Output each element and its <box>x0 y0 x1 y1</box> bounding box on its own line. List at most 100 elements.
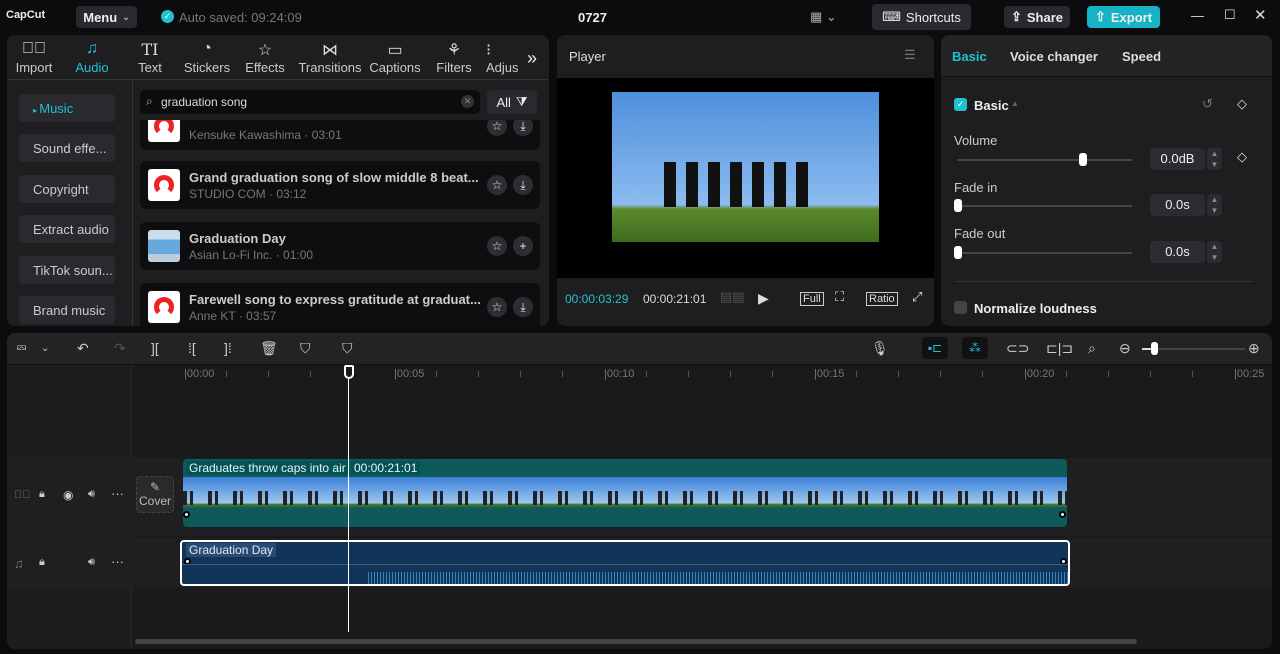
full-quality-button[interactable]: Full <box>800 292 824 306</box>
tab-text[interactable]: TI Text <box>120 40 180 75</box>
playhead-handle[interactable] <box>344 365 354 379</box>
fade-in-slider[interactable] <box>954 199 1132 212</box>
slider-handle[interactable] <box>1151 342 1159 355</box>
song-item[interactable]: Graduation Day Asian Lo-Fi Inc. · 01:00 ☆ + <box>140 222 540 270</box>
playhead[interactable] <box>348 374 349 632</box>
waveform-icon[interactable]: ▤▤ <box>720 289 745 305</box>
menu-button[interactable]: Menu ⌄ <box>76 6 137 28</box>
volume-input[interactable]: 0.0dB <box>1150 148 1205 170</box>
tab-basic[interactable]: Basic <box>952 49 987 64</box>
keyframe-handle[interactable] <box>1059 511 1066 518</box>
video-clip[interactable]: Graduates throw caps into air 00:00:21:0… <box>183 459 1067 527</box>
volume-slider[interactable] <box>957 153 1132 166</box>
category-sound-effects[interactable]: Sound effe... <box>19 134 115 162</box>
cover-button[interactable]: ✎ Cover <box>136 476 174 513</box>
tab-effects[interactable]: ☆ Effects <box>235 40 295 75</box>
video-preview[interactable] <box>557 78 934 278</box>
fade-out-input[interactable]: 0.0s <box>1150 241 1205 263</box>
tab-transitions[interactable]: ⋈ Transitions <box>297 40 363 75</box>
zoom-preview-icon[interactable]: ⛶ <box>835 289 844 305</box>
favorite-icon[interactable]: ☆ <box>487 120 507 136</box>
song-item[interactable]: Farewell song to express gratitude at gr… <box>140 283 540 326</box>
ratio-button[interactable]: Ratio <box>866 292 898 306</box>
keyframe-handle[interactable] <box>183 511 190 518</box>
download-icon[interactable]: ⤓ <box>513 175 533 195</box>
tab-voice-changer[interactable]: Voice changer <box>1010 49 1098 64</box>
category-copyright[interactable]: Copyright <box>19 175 115 203</box>
speaker-icon[interactable]: 🔊︎ <box>88 556 95 569</box>
fade-in-input[interactable]: 0.0s <box>1150 194 1205 216</box>
clear-search-icon[interactable]: ✕ <box>461 95 474 108</box>
audio-clip[interactable]: Graduation Day <box>180 540 1070 586</box>
link-icon[interactable]: ⊂⊃ <box>1006 340 1029 357</box>
more-icon[interactable]: ··· <box>111 486 124 501</box>
marker-icon[interactable]: ⛉ <box>342 340 353 357</box>
select-tool-icon[interactable]: ⮹ <box>16 340 27 357</box>
minimize-icon[interactable]: — <box>1191 8 1204 23</box>
ai-marker-icon[interactable]: ⛉ <box>300 340 311 357</box>
eye-icon[interactable]: ◉ <box>63 488 73 502</box>
fade-out-slider[interactable] <box>954 246 1132 259</box>
zoom-to-fit-icon[interactable]: ⌕ <box>1088 340 1096 357</box>
lock-icon[interactable]: 🔒︎ <box>39 488 45 501</box>
tab-stickers[interactable]: ◔ Stickers <box>177 40 237 75</box>
speaker-icon[interactable]: 🔊︎ <box>88 488 95 501</box>
split-left-icon[interactable]: ⁞[ <box>188 340 196 356</box>
add-icon[interactable]: + <box>513 236 533 256</box>
volume-stepper[interactable]: ▲ ▼ <box>1207 148 1222 170</box>
microphone-icon[interactable]: 🎙 <box>871 340 889 357</box>
lock-icon[interactable]: 🔒︎ <box>39 556 45 569</box>
favorite-icon[interactable]: ☆ <box>487 175 507 195</box>
collapse-icon[interactable]: ▲ <box>1011 99 1019 108</box>
basic-checkbox[interactable]: ✓ <box>954 98 967 111</box>
tab-import[interactable]: ▶⃞ Import <box>4 40 64 75</box>
tab-audio[interactable]: ♫ Audio <box>62 40 122 75</box>
category-extract-audio[interactable]: Extract audio <box>19 215 115 243</box>
chevron-down-icon[interactable]: ⌄ <box>41 343 49 354</box>
more-icon[interactable]: ··· <box>111 554 124 569</box>
timeline-zoom-slider[interactable] <box>1142 342 1245 355</box>
tab-adjust[interactable]: ⁝ Adjus <box>486 40 520 75</box>
shortcuts-button[interactable]: ⌨ Shortcuts <box>872 4 971 30</box>
auto-snap-icon[interactable]: ⁂ <box>962 337 988 359</box>
fade-in-stepper[interactable]: ▲ ▼ <box>1207 194 1222 216</box>
category-tiktok-sounds[interactable]: TikTok soun... <box>19 256 115 284</box>
download-icon[interactable]: ⤓ <box>513 120 533 136</box>
fade-out-stepper[interactable]: ▲ ▼ <box>1207 241 1222 263</box>
slider-handle[interactable] <box>954 199 962 212</box>
zoom-in-icon[interactable]: ⊕ <box>1248 340 1260 357</box>
main-track-magnet-icon[interactable]: ▪⊏ <box>922 337 948 359</box>
song-item[interactable]: Grand graduation song of slow middle 8 b… <box>140 161 540 209</box>
undo-icon[interactable]: ↶ <box>77 340 89 357</box>
filter-button[interactable]: All ⧩ <box>487 90 537 114</box>
search-input[interactable]: ⌕ graduation song ✕ <box>140 90 480 114</box>
category-music[interactable]: ▸ Music <box>19 94 115 122</box>
favorite-icon[interactable]: ☆ <box>487 297 507 317</box>
keyframe-icon[interactable]: ◇ <box>1237 149 1247 165</box>
layout-icon[interactable]: ▦ ⌄ <box>810 9 837 25</box>
tab-speed[interactable]: Speed <box>1122 49 1161 64</box>
horizontal-scrollbar[interactable] <box>135 639 1137 644</box>
favorite-icon[interactable]: ☆ <box>487 236 507 256</box>
reset-icon[interactable]: ↺ <box>1202 96 1213 112</box>
fullscreen-icon[interactable]: ⤢ <box>912 289 922 305</box>
song-item[interactable]: Kensuke Kawashima · 03:01 ☆ ⤓ <box>140 120 540 150</box>
play-icon[interactable]: ▶ <box>758 290 769 307</box>
split-icon[interactable]: ][ <box>151 340 159 356</box>
slider-handle[interactable] <box>1079 153 1087 166</box>
share-button[interactable]: ⇪ Share <box>1004 6 1070 28</box>
split-right-icon[interactable]: ]⁞ <box>224 340 232 356</box>
maximize-icon[interactable]: ☐ <box>1224 7 1236 23</box>
normalize-checkbox[interactable] <box>954 301 967 314</box>
close-icon[interactable]: ✕ <box>1254 6 1267 24</box>
player-menu-icon[interactable]: ☰ <box>904 47 916 63</box>
keyframe-icon[interactable]: ◇ <box>1237 96 1247 112</box>
redo-icon[interactable]: ↷ <box>114 340 126 357</box>
zoom-out-icon[interactable]: ⊖ <box>1119 340 1131 357</box>
export-button[interactable]: ⇧ Export <box>1087 6 1160 28</box>
download-icon[interactable]: ⤓ <box>513 297 533 317</box>
category-brand-music[interactable]: Brand music <box>19 296 115 324</box>
preview-axis-icon[interactable]: ⊏|⊐ <box>1046 340 1073 357</box>
delete-icon[interactable]: 🗑 <box>260 340 278 357</box>
slider-handle[interactable] <box>954 246 962 259</box>
